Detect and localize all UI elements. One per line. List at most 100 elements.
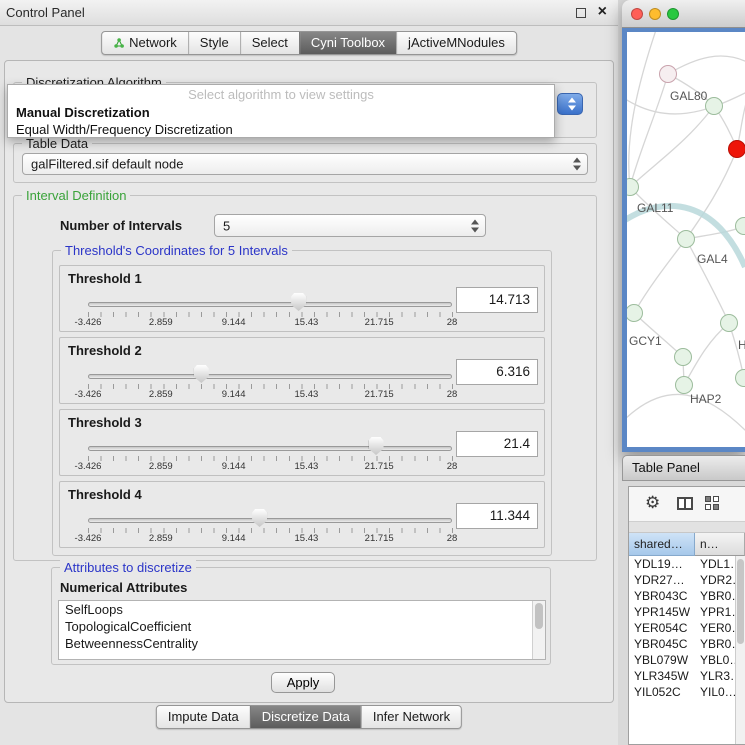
tick-label: 21.715 [365, 533, 394, 544]
dropdown-option-manual-discretization[interactable]: Manual Discretization [8, 104, 554, 121]
table-scrollbar[interactable] [735, 556, 745, 744]
columns-icon[interactable] [677, 497, 693, 510]
tab-jactivemnodules[interactable]: jActiveMNodules [396, 32, 516, 54]
network-node-label: GAL80 [670, 89, 708, 103]
table-cell: YBL079W [629, 652, 695, 668]
threshold-2-slider-track[interactable] [88, 374, 452, 379]
table-row[interactable]: YLR345WYLR3… [629, 668, 735, 684]
tick-label: 21.715 [365, 461, 394, 472]
attribute-item-betweennesscentrality[interactable]: BetweennessCentrality [59, 635, 545, 652]
tab-impute-data[interactable]: Impute Data [157, 706, 250, 728]
network-node[interactable] [676, 377, 693, 394]
window-minimize-button[interactable] [649, 8, 661, 20]
scrollbar-thumb[interactable] [535, 603, 543, 629]
network-node[interactable] [736, 218, 745, 235]
threshold-2-value[interactable]: 6.316 [456, 359, 538, 385]
threshold-4-slider-track[interactable] [88, 518, 452, 523]
attribute-item-selfloops[interactable]: SelfLoops [59, 601, 545, 618]
tick-label: 28 [447, 389, 458, 400]
network-canvas[interactable]: GAL80GAL11GAL4GCY1HAP2H [627, 32, 745, 447]
network-node[interactable] [678, 231, 695, 248]
threshold-2-slider-thumb[interactable] [194, 365, 209, 383]
table-data-label: Table Data [22, 136, 92, 151]
tab-select[interactable]: Select [240, 32, 299, 54]
column-header-n[interactable]: n… [695, 533, 745, 556]
tab-network[interactable]: Network [102, 32, 188, 54]
threshold-1-slider-track[interactable] [88, 302, 452, 307]
algorithm-dropdown-button[interactable] [557, 93, 583, 115]
interval-definition-group: Interval Definition Number of Intervals … [13, 195, 597, 561]
control-panel-titlebar[interactable]: Control Panel × [0, 0, 618, 26]
control-panel-body: Discretization Algorithm Select algorith… [4, 60, 614, 703]
window-zoom-button[interactable] [667, 8, 679, 20]
network-node[interactable] [660, 66, 677, 83]
tick-label: 15.43 [295, 317, 319, 328]
network-node[interactable] [627, 305, 643, 322]
network-window-titlebar[interactable] [622, 0, 745, 28]
attribute-item-topologicalcoefficient[interactable]: TopologicalCoefficient [59, 618, 545, 635]
tick-label: -3.426 [75, 461, 102, 472]
table-cell: YIL052C [629, 684, 695, 700]
apply-button[interactable]: Apply [271, 672, 335, 693]
table-row[interactable]: YBR045CYBR0… [629, 636, 735, 652]
dropdown-arrows-icon [573, 158, 581, 171]
network-node[interactable] [675, 349, 692, 366]
gear-icon[interactable]: ⚙ [645, 493, 660, 513]
network-edge [629, 32, 657, 187]
tick-label: 28 [447, 533, 458, 544]
number-of-intervals-value: 5 [223, 218, 230, 233]
network-node-label: GCY1 [629, 334, 662, 348]
dropdown-placeholder: Select algorithm to view settings [8, 85, 554, 104]
numerical-attributes-label: Numerical Attributes [60, 580, 187, 595]
threshold-1-slider-thumb[interactable] [291, 293, 306, 311]
top-tab-bar: NetworkStyleSelectCyni ToolboxjActiveMNo… [101, 31, 517, 55]
network-canvas-svg: GAL80GAL11GAL4GCY1HAP2H [627, 32, 745, 447]
column-header-shared[interactable]: shared… [629, 533, 695, 556]
attributes-scrollbar[interactable] [532, 601, 545, 659]
tick-label: -3.426 [75, 389, 102, 400]
tick-label: 2.859 [149, 533, 173, 544]
table-row[interactable]: YDL19…YDL1… [629, 556, 735, 572]
window-close-button[interactable] [631, 8, 643, 20]
threshold-4-value[interactable]: 11.344 [456, 503, 538, 529]
table-panel: ⚙ shared…n… YDL19…YDL1…YDR27…YDR2…YBR043… [628, 486, 745, 745]
select-attributes-icon[interactable] [705, 496, 719, 510]
scrollbar-thumb[interactable] [737, 559, 744, 644]
threshold-3-value[interactable]: 21.4 [456, 431, 538, 457]
table-row[interactable]: YDR27…YDR2… [629, 572, 735, 588]
table-data-group: Table Data galFiltered.sif default node [13, 143, 597, 183]
table-panel-titlebar[interactable]: Table Panel [622, 455, 745, 481]
slider-tick-labels: -3.4262.8599.14415.4321.71528 [60, 317, 544, 329]
tab-style[interactable]: Style [188, 32, 240, 54]
threshold-1-value[interactable]: 14.713 [456, 287, 538, 313]
close-panel-icon[interactable]: × [598, 3, 607, 21]
table-row[interactable]: YER054CYER0… [629, 620, 735, 636]
table-cell: YBR045C [629, 636, 695, 652]
tab-infer-network[interactable]: Infer Network [361, 706, 461, 728]
network-node[interactable] [729, 141, 745, 158]
network-node[interactable] [736, 370, 745, 387]
dropdown-option-equal-width-frequency[interactable]: Equal Width/Frequency Discretization [8, 121, 554, 138]
tab-discretize-data[interactable]: Discretize Data [250, 706, 361, 728]
table-row[interactable]: YBL079WYBL0… [629, 652, 735, 668]
algorithm-dropdown-popup: Select algorithm to view settings Manual… [7, 84, 555, 138]
network-edge [627, 394, 745, 432]
float-window-icon[interactable] [576, 8, 586, 18]
threshold-3-slider-track[interactable] [88, 446, 452, 451]
tick-label: 28 [447, 461, 458, 472]
network-edge [668, 56, 745, 74]
threshold-label: Threshold 2 [68, 343, 142, 358]
threshold-box-1: Threshold 1-3.4262.8599.14415.4321.71528… [59, 265, 545, 332]
network-node[interactable] [721, 315, 738, 332]
table-row[interactable]: YPR145WYPR1… [629, 604, 735, 620]
network-view-window: GAL80GAL11GAL4GCY1HAP2H [622, 0, 745, 452]
network-node[interactable] [706, 98, 723, 115]
threshold-3-slider-thumb[interactable] [369, 437, 384, 455]
threshold-4-slider-thumb[interactable] [252, 509, 267, 527]
table-cell: YIL0… [695, 684, 735, 700]
table-data-dropdown[interactable]: galFiltered.sif default node [22, 153, 588, 175]
number-of-intervals-dropdown[interactable]: 5 [214, 214, 486, 237]
tab-cyni-toolbox[interactable]: Cyni Toolbox [299, 32, 396, 54]
table-row[interactable]: YBR043CYBR0… [629, 588, 735, 604]
table-row[interactable]: YIL052CYIL0… [629, 684, 735, 700]
